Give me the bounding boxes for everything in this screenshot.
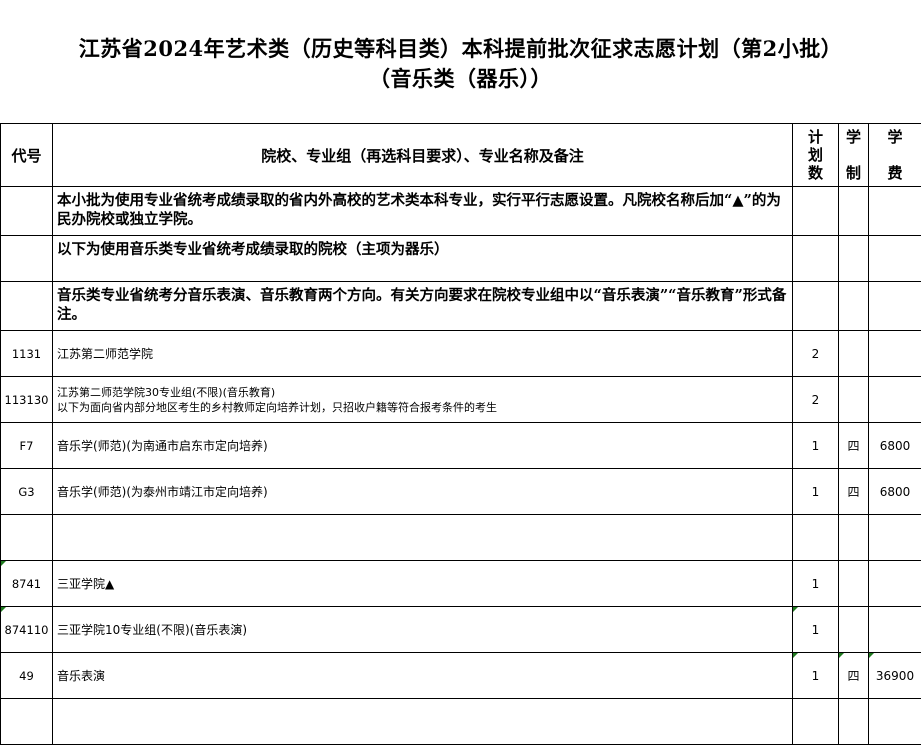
row-code: 1131 bbox=[1, 331, 53, 377]
row-fee: 6800 bbox=[869, 423, 921, 469]
row-fee bbox=[869, 607, 921, 653]
row-code bbox=[1, 515, 53, 561]
header-plan: 计划数 bbox=[793, 124, 839, 187]
row-plan: 1 bbox=[793, 561, 839, 607]
row-plan: 1 bbox=[793, 423, 839, 469]
note-text: 本小批为使用专业省统考成绩录取的省内外高校的艺术类本科专业，实行平行志愿设置。凡… bbox=[53, 187, 793, 236]
row-plan: 1 bbox=[793, 469, 839, 515]
row-plan: 1 bbox=[793, 653, 839, 699]
row-fee bbox=[869, 377, 921, 423]
table-row: 8741 三亚学院▲ 1 bbox=[1, 561, 921, 607]
row-name: 音乐表演 bbox=[53, 653, 793, 699]
row-fee bbox=[869, 561, 921, 607]
row-years bbox=[839, 561, 869, 607]
table-row: 113130 江苏第二师范学院30专业组(不限)(音乐教育)以下为面向省内部分地… bbox=[1, 377, 921, 423]
row-name: 音乐学(师范)(为南通市启东市定向培养) bbox=[53, 423, 793, 469]
row-code: 113130 bbox=[1, 377, 53, 423]
plan-table: 代号 院校、专业组（再选科目要求）、专业名称及备注 计划数 学制 学费 本小批为… bbox=[0, 123, 921, 745]
row-fee bbox=[869, 331, 921, 377]
row-name: 江苏第二师范学院 bbox=[53, 331, 793, 377]
note-row: 以下为使用音乐类专业省统考成绩录取的院校（主项为器乐） bbox=[1, 236, 921, 282]
header-name: 院校、专业组（再选科目要求）、专业名称及备注 bbox=[53, 124, 793, 187]
row-fee bbox=[869, 515, 921, 561]
table-header-row: 代号 院校、专业组（再选科目要求）、专业名称及备注 计划数 学制 学费 bbox=[1, 124, 921, 187]
note-row: 本小批为使用专业省统考成绩录取的省内外高校的艺术类本科专业，实行平行志愿设置。凡… bbox=[1, 187, 921, 236]
row-name: 三亚学院▲ bbox=[53, 561, 793, 607]
row-plan bbox=[793, 515, 839, 561]
row-years bbox=[839, 607, 869, 653]
page-title: 江苏省2024年艺术类（历史等科目类）本科提前批次征求志愿计划（第2小批） bbox=[0, 34, 921, 64]
row-plan: 2 bbox=[793, 331, 839, 377]
row-plan: 2 bbox=[793, 377, 839, 423]
table-row bbox=[1, 699, 921, 745]
row-fee: 36900 bbox=[869, 653, 921, 699]
header-fee: 学费 bbox=[869, 124, 921, 187]
row-code: F7 bbox=[1, 423, 53, 469]
row-years bbox=[839, 377, 869, 423]
row-years: 四 bbox=[839, 423, 869, 469]
page-subtitle: （音乐类（器乐）） bbox=[0, 64, 921, 94]
note-text: 以下为使用音乐类专业省统考成绩录取的院校（主项为器乐） bbox=[53, 236, 793, 282]
row-remark: 以下为面向省内部分地区考生的乡村教师定向培养计划，只招收户籍等符合报考条件的考生 bbox=[57, 401, 497, 414]
row-years: 四 bbox=[839, 469, 869, 515]
row-years bbox=[839, 699, 869, 745]
row-years bbox=[839, 331, 869, 377]
row-years bbox=[839, 515, 869, 561]
row-plan bbox=[793, 699, 839, 745]
row-fee bbox=[869, 699, 921, 745]
table-row: 1131 江苏第二师范学院 2 bbox=[1, 331, 921, 377]
row-name: 三亚学院10专业组(不限)(音乐表演) bbox=[53, 607, 793, 653]
row-code: 8741 bbox=[1, 561, 53, 607]
header-code: 代号 bbox=[1, 124, 53, 187]
row-years: 四 bbox=[839, 653, 869, 699]
row-code bbox=[1, 699, 53, 745]
row-name: 江苏第二师范学院30专业组(不限)(音乐教育)以下为面向省内部分地区考生的乡村教… bbox=[53, 377, 793, 423]
row-name bbox=[53, 699, 793, 745]
table-row: 874110 三亚学院10专业组(不限)(音乐表演) 1 bbox=[1, 607, 921, 653]
note-row: 音乐类专业省统考分音乐表演、音乐教育两个方向。有关方向要求在院校专业组中以“音乐… bbox=[1, 282, 921, 331]
row-fee: 6800 bbox=[869, 469, 921, 515]
row-name: 音乐学(师范)(为泰州市靖江市定向培养) bbox=[53, 469, 793, 515]
table-row bbox=[1, 515, 921, 561]
row-name bbox=[53, 515, 793, 561]
header-years: 学制 bbox=[839, 124, 869, 187]
row-code: 49 bbox=[1, 653, 53, 699]
row-code: G3 bbox=[1, 469, 53, 515]
row-code: 874110 bbox=[1, 607, 53, 653]
table-row: F7 音乐学(师范)(为南通市启东市定向培养) 1 四 6800 bbox=[1, 423, 921, 469]
table-row: 49 音乐表演 1 四 36900 bbox=[1, 653, 921, 699]
note-text: 音乐类专业省统考分音乐表演、音乐教育两个方向。有关方向要求在院校专业组中以“音乐… bbox=[53, 282, 793, 331]
row-plan: 1 bbox=[793, 607, 839, 653]
table-row: G3 音乐学(师范)(为泰州市靖江市定向培养) 1 四 6800 bbox=[1, 469, 921, 515]
